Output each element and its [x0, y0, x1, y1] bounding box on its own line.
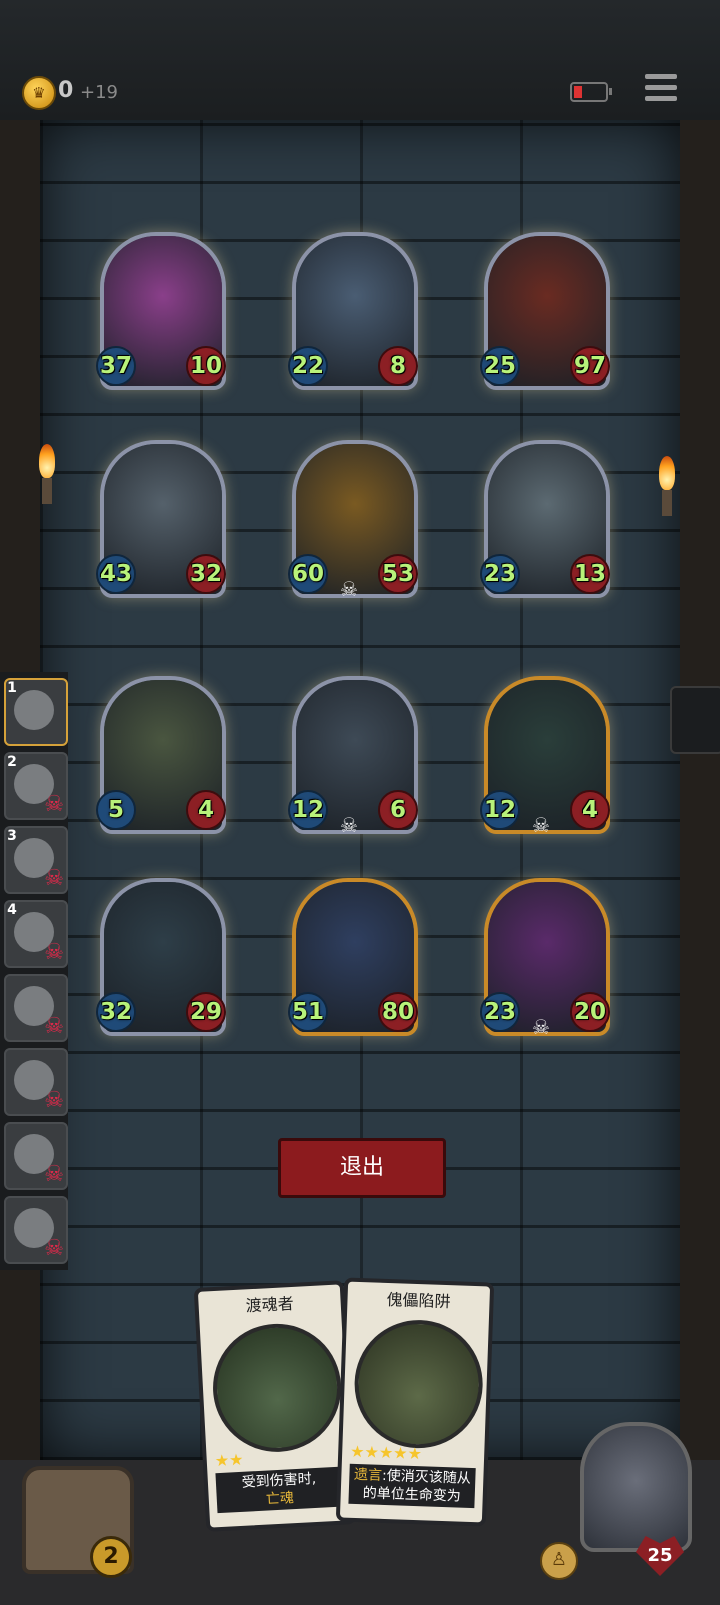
card-art [352, 1317, 485, 1451]
queue-number: 2 [7, 754, 17, 770]
unit-card[interactable]: 23 20 ☠ [480, 878, 610, 1039]
torch-icon [656, 456, 678, 516]
skull-icon: ☠ [44, 1236, 64, 1261]
unit-attack: 23 [480, 992, 520, 1032]
unit-card[interactable]: 32 29 [96, 878, 226, 1038]
gold-value: 0 [58, 78, 74, 103]
chest[interactable]: 2 [8, 1440, 146, 1590]
hand-card[interactable]: 渡魂者 ★★ 受到伤害时, 亡魂 [193, 1280, 357, 1532]
unit-card[interactable]: 60 53 ☠ [288, 440, 418, 601]
battery-low-icon [570, 82, 612, 102]
card-text-body: 受到伤害时, [241, 1470, 317, 1491]
queue-slot[interactable]: 2 ☠ [4, 752, 68, 820]
unit-health: 4 [186, 790, 226, 830]
unit-card[interactable]: 51 80 [288, 878, 418, 1038]
queue-slot[interactable]: 1 [4, 678, 68, 746]
unit-attack: 32 [96, 992, 136, 1032]
game-screen: { "header": { "gold": "0", "gold_income"… [0, 0, 720, 1605]
unit-attack: 37 [96, 346, 136, 386]
unit-health: 13 [570, 554, 610, 594]
unit-health: 10 [186, 346, 226, 386]
queue-slot[interactable]: ☠ [4, 1122, 68, 1190]
unit-face-icon [14, 690, 54, 730]
card-stars: ★★ [214, 1449, 244, 1471]
bell-icon[interactable]: ♙ [540, 1542, 578, 1580]
card-text: 遗言:使消灭该随从的单位生命变为 [348, 1463, 476, 1509]
unit-attack: 60 [288, 554, 328, 594]
unit-attack: 12 [288, 790, 328, 830]
unit-health: 6 [378, 790, 418, 830]
unit-card[interactable]: 37 10 [96, 232, 226, 392]
skull-icon: ☠ [44, 866, 64, 891]
unit-card[interactable]: 43 32 [96, 440, 226, 600]
skull-icon: ☠ [532, 1015, 550, 1039]
unit-card[interactable]: 23 13 [480, 440, 610, 600]
queue-number: 3 [7, 828, 17, 844]
skull-icon: ☠ [44, 1162, 64, 1187]
card-text: 受到伤害时, 亡魂 [215, 1466, 344, 1514]
unit-health: 97 [570, 346, 610, 386]
unit-attack: 51 [288, 992, 328, 1032]
unit-card[interactable]: 12 6 ☠ [288, 676, 418, 837]
queue-slot[interactable]: ☠ [4, 1196, 68, 1264]
unit-health: 20 [570, 992, 610, 1032]
chest-count: 2 [90, 1536, 132, 1578]
hand-card[interactable]: 傀儡陷阱 ★★★★★ 遗言:使消灭该随从的单位生命变为 [335, 1277, 495, 1527]
menu-icon[interactable] [645, 74, 677, 104]
skull-icon: ☠ [44, 1088, 64, 1113]
unit-attack: 43 [96, 554, 136, 594]
unit-card[interactable]: 25 97 [480, 232, 610, 392]
unit-attack: 12 [480, 790, 520, 830]
skull-icon: ☠ [44, 1014, 64, 1039]
skull-icon: ☠ [340, 577, 358, 601]
door-lock [670, 686, 720, 754]
right-pillar [678, 120, 720, 1460]
card-stars: ★★★★★ [349, 1441, 423, 1464]
unit-attack: 22 [288, 346, 328, 386]
hero-portrait[interactable] [580, 1422, 692, 1552]
unit-attack: 25 [480, 346, 520, 386]
torch-icon [36, 444, 58, 504]
unit-health: 8 [378, 346, 418, 386]
unit-card[interactable]: 22 8 [288, 232, 418, 392]
queue-slot[interactable]: 4 ☠ [4, 900, 68, 968]
skull-icon: ☠ [44, 792, 64, 817]
card-title: 傀儡陷阱 [386, 1289, 451, 1312]
queue-slot[interactable]: ☠ [4, 1048, 68, 1116]
card-title: 渡魂者 [245, 1293, 295, 1316]
skull-icon: ☠ [532, 813, 550, 837]
card-keyword: 亡魂 [265, 1490, 295, 1508]
crown-coin-icon: ♛ [22, 76, 56, 110]
unit-health: 80 [378, 992, 418, 1032]
unit-health: 29 [186, 992, 226, 1032]
card-art [209, 1320, 345, 1456]
turn-queue: 1 2 ☠ 3 ☠ 4 ☠ ☠ ☠ ☠ ☠ [0, 672, 68, 1270]
unit-attack: 23 [480, 554, 520, 594]
unit-card[interactable]: 54 [96, 676, 226, 836]
skull-icon: ☠ [44, 940, 64, 965]
queue-number: 1 [7, 680, 17, 696]
card-keyword: 遗言 [353, 1466, 383, 1484]
exit-button[interactable]: 退出 [278, 1138, 446, 1198]
unit-card[interactable]: 12 4 ☠ [480, 676, 610, 837]
unit-health: 32 [186, 554, 226, 594]
unit-health: 53 [378, 554, 418, 594]
unit-attack: 5 [96, 790, 136, 830]
queue-slot[interactable]: ☠ [4, 974, 68, 1042]
queue-number: 4 [7, 902, 17, 918]
gold-income: +19 [80, 82, 118, 103]
unit-health: 4 [570, 790, 610, 830]
skull-icon: ☠ [340, 813, 358, 837]
queue-slot[interactable]: 3 ☠ [4, 826, 68, 894]
